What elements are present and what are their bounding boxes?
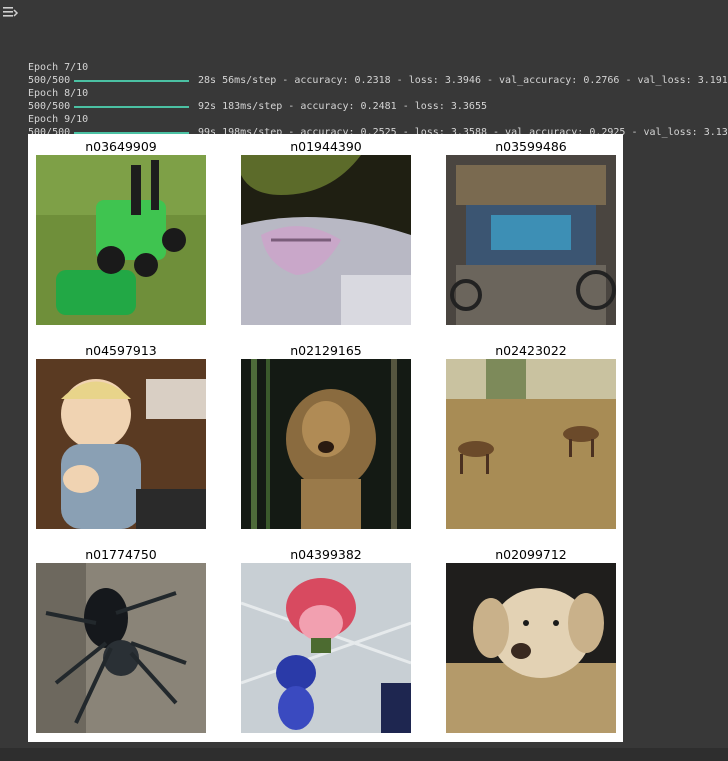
output-toggle-icon[interactable] — [2, 4, 20, 18]
progress-steps: 500/500 — [28, 101, 71, 112]
jinrikisha-image — [446, 155, 616, 325]
gazelles-image — [446, 359, 616, 529]
image-label: n03649909 — [85, 139, 157, 154]
image-label: n02423022 — [495, 343, 567, 358]
epoch-line: Epoch 9/10 — [28, 113, 728, 126]
image-tile: n03649909 — [36, 139, 206, 325]
image-tile: n02129165 — [241, 343, 411, 529]
epoch-label: Epoch 9/10 — [28, 114, 89, 125]
progress-steps: 500/500 — [28, 75, 71, 86]
labrador-image — [446, 563, 616, 733]
image-label: n04399382 — [290, 547, 362, 562]
image-tile: n01774750 — [36, 547, 206, 733]
image-tile: n02423022 — [446, 343, 616, 529]
image-tile: n03599486 — [446, 139, 616, 325]
progress-bar — [74, 106, 189, 108]
cell-output: Epoch 7/10 500/500 28s 56ms/step - accurac… — [0, 0, 728, 761]
image-label: n01944390 — [290, 139, 362, 154]
image-tile: n01944390 — [241, 139, 411, 325]
lion-image — [241, 359, 411, 529]
image-label: n01774750 — [85, 547, 157, 562]
snail-image — [241, 155, 411, 325]
baby-image — [36, 359, 206, 529]
progress-metrics: 28s 56ms/step - accuracy: 0.2318 - loss:… — [198, 75, 728, 86]
lawn-mower-image — [36, 155, 206, 325]
image-label: n04597913 — [85, 343, 157, 358]
tarantula-image — [36, 563, 206, 733]
progress-metrics: 92s 183ms/step - accuracy: 0.2481 - loss… — [198, 101, 487, 112]
image-tile: n04597913 — [36, 343, 206, 529]
image-label: n03599486 — [495, 139, 567, 154]
epoch-label: Epoch 8/10 — [28, 88, 89, 99]
image-label: n02129165 — [290, 343, 362, 358]
log-partial-line — [28, 22, 728, 35]
progress-line: 500/500 92s 183ms/step - accuracy: 0.2481… — [28, 100, 728, 113]
epoch-line: Epoch 8/10 — [28, 87, 728, 100]
epoch-label: Epoch 7/10 — [28, 62, 89, 73]
progress-line: 500/500 28s 56ms/step - accuracy: 0.2318 … — [28, 74, 728, 87]
image-tile: n04399382 — [241, 547, 411, 733]
image-label: n02099712 — [495, 547, 567, 562]
teddy-and-flowers-image — [241, 563, 411, 733]
output-footer — [0, 748, 728, 761]
progress-bar — [74, 80, 189, 82]
image-tile: n02099712 — [446, 547, 616, 733]
epoch-line: Epoch 7/10 — [28, 61, 728, 74]
sample-images-figure: n03649909 n01944390 n03599486 n04597913 … — [28, 134, 623, 742]
